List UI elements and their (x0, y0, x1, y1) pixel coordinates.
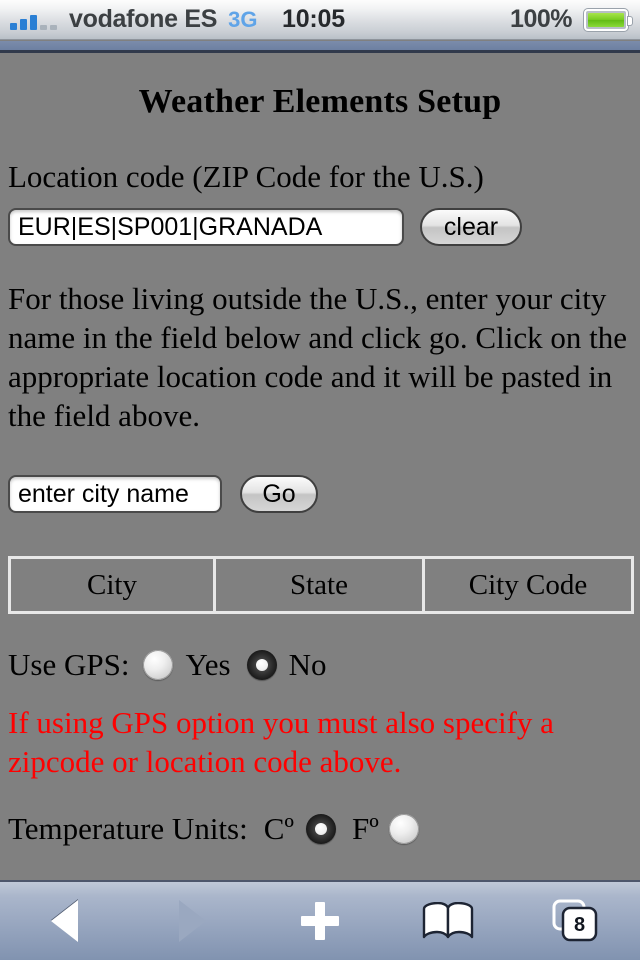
status-time: 10:05 (282, 5, 345, 33)
fahrenheit-label: Fº (352, 811, 379, 846)
go-button[interactable]: Go (240, 475, 318, 513)
battery-fill (588, 12, 624, 27)
gps-yes-label: Yes (185, 647, 231, 682)
temperature-units-label: Temperature Units: (8, 811, 248, 846)
add-bookmark-button[interactable] (278, 890, 362, 952)
gps-no-radio[interactable] (246, 650, 277, 680)
city-results-table: City State City Code (8, 556, 635, 614)
back-button[interactable] (22, 890, 106, 952)
table-header-state: State (212, 556, 425, 614)
tabs-count-label: 8 (574, 914, 585, 936)
tabs-button[interactable]: 8 (534, 890, 618, 952)
forward-button[interactable] (150, 890, 234, 952)
open-book-icon (422, 902, 474, 939)
browser-chrome-strip (0, 41, 640, 53)
fahrenheit-radio[interactable] (388, 814, 419, 844)
carrier-label: vodafone ES (69, 5, 218, 33)
location-code-input[interactable]: EUR|ES|SP001|GRANADA (8, 208, 404, 246)
gps-warning-text: If using GPS option you must also specif… (8, 705, 554, 779)
gps-label: Use GPS: (8, 647, 130, 682)
gps-no-label: No (288, 647, 327, 682)
status-bar: vodafone ES 3G 10:05 100% (0, 0, 640, 40)
table-header-city-code: City Code (421, 556, 635, 614)
celsius-label: Cº (263, 811, 295, 846)
location-code-label: Location code (ZIP Code for the U.S.) (8, 159, 484, 194)
page-title: Weather Elements Setup (138, 83, 502, 120)
instructions-paragraph: For those living outside the U.S., enter… (8, 281, 627, 433)
gps-option-row: Use GPS: Yes No (8, 647, 632, 683)
signal-bars-icon (10, 10, 57, 30)
clear-button[interactable]: clear (420, 208, 522, 246)
table-header-row: City State City Code (8, 556, 635, 614)
battery-percent-label: 100% (510, 5, 572, 33)
plus-icon (301, 902, 339, 940)
tabs-stack-icon: 8 (552, 899, 598, 942)
browser-bottom-toolbar: 8 (0, 880, 640, 960)
back-arrow-icon (50, 900, 78, 942)
city-name-input[interactable]: enter city name (8, 475, 222, 513)
network-type-label: 3G (228, 6, 258, 32)
page-content: Weather Elements Setup Location code (ZI… (0, 56, 640, 880)
celsius-radio[interactable] (306, 814, 337, 844)
table-header-city: City (8, 556, 216, 614)
forward-arrow-icon (178, 900, 206, 942)
temperature-units-row: Temperature Units: Cº Fº (8, 811, 632, 847)
location-code-row: EUR|ES|SP001|GRANADA clear (8, 208, 632, 246)
gps-yes-radio[interactable] (143, 650, 174, 680)
bookmarks-button[interactable] (406, 890, 490, 952)
city-search-row: enter city name Go (8, 475, 632, 513)
battery-full-icon (584, 8, 632, 31)
